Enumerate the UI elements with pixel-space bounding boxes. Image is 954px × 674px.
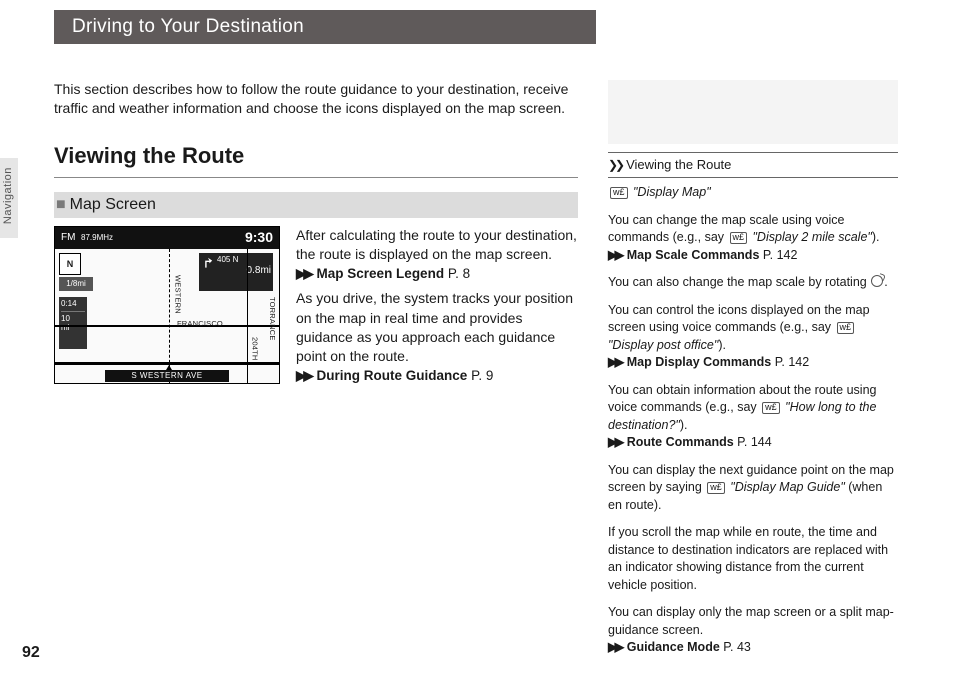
sidebar-spacer bbox=[608, 80, 898, 144]
crossref-map-scale: ▶▶ Map Scale Commands P. 142 bbox=[608, 248, 797, 262]
map-clock: 9:30 bbox=[245, 228, 273, 247]
sidebar-paragraph: You can obtain information about the rou… bbox=[608, 382, 898, 452]
crossref-route-commands: ▶▶ Route Commands P. 144 bbox=[608, 435, 772, 449]
map-eta-panel: 0:14 10 mi bbox=[59, 297, 87, 349]
sidebar-column: ❯❯ Viewing the Route w£ "Display Map" Yo… bbox=[608, 80, 898, 667]
map-scale-badge: 1/8mi bbox=[59, 277, 93, 291]
sidebar-paragraph: You can change the map scale using voice… bbox=[608, 212, 898, 265]
page-title-bar: Driving to Your Destination bbox=[54, 10, 596, 44]
voice-command-line: w£ "Display Map" bbox=[608, 184, 898, 202]
voice-icon: w£ bbox=[730, 232, 748, 244]
voice-icon: w£ bbox=[707, 482, 725, 494]
crossref-guidance-mode: ▶▶ Guidance Mode P. 43 bbox=[608, 640, 751, 654]
crossref-map-legend: ▶▶ Map Screen Legend P. 8 bbox=[296, 265, 578, 284]
voice-icon: w£ bbox=[837, 322, 855, 334]
body-paragraph: After calculating the route to your dest… bbox=[296, 226, 578, 265]
section-rule bbox=[54, 177, 578, 178]
page-title: Driving to Your Destination bbox=[72, 14, 304, 40]
crossref-icon: ▶▶ bbox=[608, 435, 621, 449]
intro-paragraph: This section describes how to follow the… bbox=[54, 80, 578, 119]
street-label: 204TH bbox=[249, 337, 259, 361]
voice-icon: w£ bbox=[610, 187, 628, 199]
section-heading: Viewing the Route bbox=[54, 141, 578, 171]
sidebar-paragraph: You can also change the map scale by rot… bbox=[608, 274, 898, 292]
sidebar-paragraph: You can display only the map screen or a… bbox=[608, 604, 898, 657]
street-label: FRANCISCO bbox=[177, 319, 223, 329]
sidebar-paragraph: You can display the next guidance point … bbox=[608, 462, 898, 515]
page-number: 92 bbox=[22, 642, 40, 664]
square-bullet-icon: ■ bbox=[56, 196, 66, 213]
map-radio: FM 87.9MHz bbox=[61, 231, 113, 245]
compass-icon: N bbox=[59, 253, 81, 275]
crossref-icon: ▶▶ bbox=[608, 640, 621, 654]
current-street-bar: S WESTERN AVE bbox=[105, 370, 229, 382]
chevron-icon: ❯❯ bbox=[608, 157, 622, 174]
crossref-map-display: ▶▶ Map Display Commands P. 142 bbox=[608, 355, 809, 369]
map-topbar: FM 87.9MHz 9:30 bbox=[55, 227, 279, 249]
crossref-route-guidance: ▶▶ During Route Guidance P. 9 bbox=[296, 367, 578, 386]
map-row: FM 87.9MHz 9:30 N 1/8mi 0:14 10 mi 405 N… bbox=[54, 226, 578, 385]
map-road-horizontal bbox=[55, 325, 279, 327]
street-label: TORRANCE bbox=[267, 297, 277, 341]
sidebar-paragraph: If you scroll the map while en route, th… bbox=[608, 524, 898, 594]
crossref-icon: ▶▶ bbox=[296, 266, 311, 281]
map-screenshot: FM 87.9MHz 9:30 N 1/8mi 0:14 10 mi 405 N… bbox=[54, 226, 280, 384]
subsection-heading: ■Map Screen bbox=[54, 192, 578, 218]
crossref-icon: ▶▶ bbox=[296, 368, 311, 383]
map-turn-panel: 405 N 0.8mi bbox=[199, 253, 273, 291]
main-column: This section describes how to follow the… bbox=[54, 80, 578, 385]
crossref-icon: ▶▶ bbox=[608, 355, 621, 369]
subsection-label: Map Screen bbox=[70, 196, 156, 213]
voice-icon: w£ bbox=[762, 402, 780, 414]
dial-icon bbox=[871, 275, 883, 287]
street-label: WESTERN bbox=[172, 275, 182, 314]
side-tab-navigation: Navigation bbox=[0, 158, 18, 238]
crossref-icon: ▶▶ bbox=[608, 248, 621, 262]
sidebar-heading: ❯❯ Viewing the Route bbox=[608, 152, 898, 178]
map-description: After calculating the route to your dest… bbox=[296, 226, 578, 385]
side-tab-label: Navigation bbox=[1, 167, 16, 224]
body-paragraph: As you drive, the system tracks your pos… bbox=[296, 289, 578, 366]
sidebar-paragraph: You can control the icons displayed on t… bbox=[608, 302, 898, 372]
